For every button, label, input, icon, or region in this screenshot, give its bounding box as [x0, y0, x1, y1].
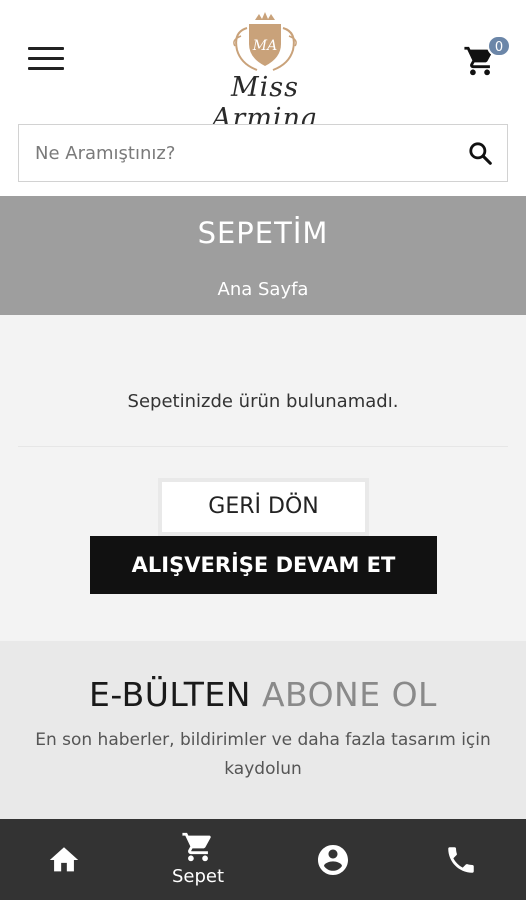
home-icon — [49, 847, 79, 872]
nav-cart[interactable]: Sepet — [148, 819, 248, 900]
header: MA Miss Armina 0 — [0, 0, 526, 134]
menu-icon[interactable] — [28, 47, 64, 75]
page-title: SEPETİM — [197, 216, 329, 250]
cart-icon — [182, 832, 211, 862]
svg-text:MA: MA — [252, 38, 277, 54]
logo[interactable]: MA Miss Armina — [180, 10, 350, 134]
back-button[interactable]: GERİ DÖN — [158, 478, 369, 536]
cart-count-badge: 0 — [487, 35, 511, 57]
continue-shopping-button[interactable]: ALIŞVERİŞE DEVAM ET — [90, 536, 437, 594]
search-input[interactable] — [19, 125, 449, 181]
search-bar — [18, 124, 508, 182]
bottom-nav: Sepet — [0, 819, 526, 900]
newsletter-section: E-BÜLTEN ABONE OL En son haberler, bildi… — [0, 641, 526, 819]
newsletter-description: En son haberler, bildirimler ve daha faz… — [35, 730, 491, 779]
nav-cart-label: Sepet — [171, 866, 225, 887]
phone-icon — [448, 847, 474, 873]
newsletter-title: E-BÜLTEN ABONE OL — [0, 641, 526, 714]
cart-content: Sepetinizde ürün bulunamadı. GERİ DÖN AL… — [0, 315, 526, 641]
newsletter-title-dark: E-BÜLTEN — [89, 675, 251, 714]
search-icon — [469, 142, 492, 165]
page-title-band: SEPETİM Ana Sayfa — [0, 196, 526, 315]
divider — [18, 446, 508, 447]
nav-home[interactable] — [14, 819, 114, 900]
empty-cart-message: Sepetinizde ürün bulunamadı. — [127, 391, 399, 412]
account-icon — [318, 845, 348, 875]
nav-phone[interactable] — [411, 819, 511, 900]
newsletter-title-light: ABONE OL — [261, 675, 437, 714]
nav-account[interactable] — [283, 819, 383, 900]
logo-crest-icon: MA — [233, 12, 297, 71]
search-button[interactable] — [467, 140, 493, 166]
breadcrumb-home-link[interactable]: Ana Sayfa — [218, 279, 309, 300]
page: MA Miss Armina 0 SEPETİM — [0, 0, 526, 900]
